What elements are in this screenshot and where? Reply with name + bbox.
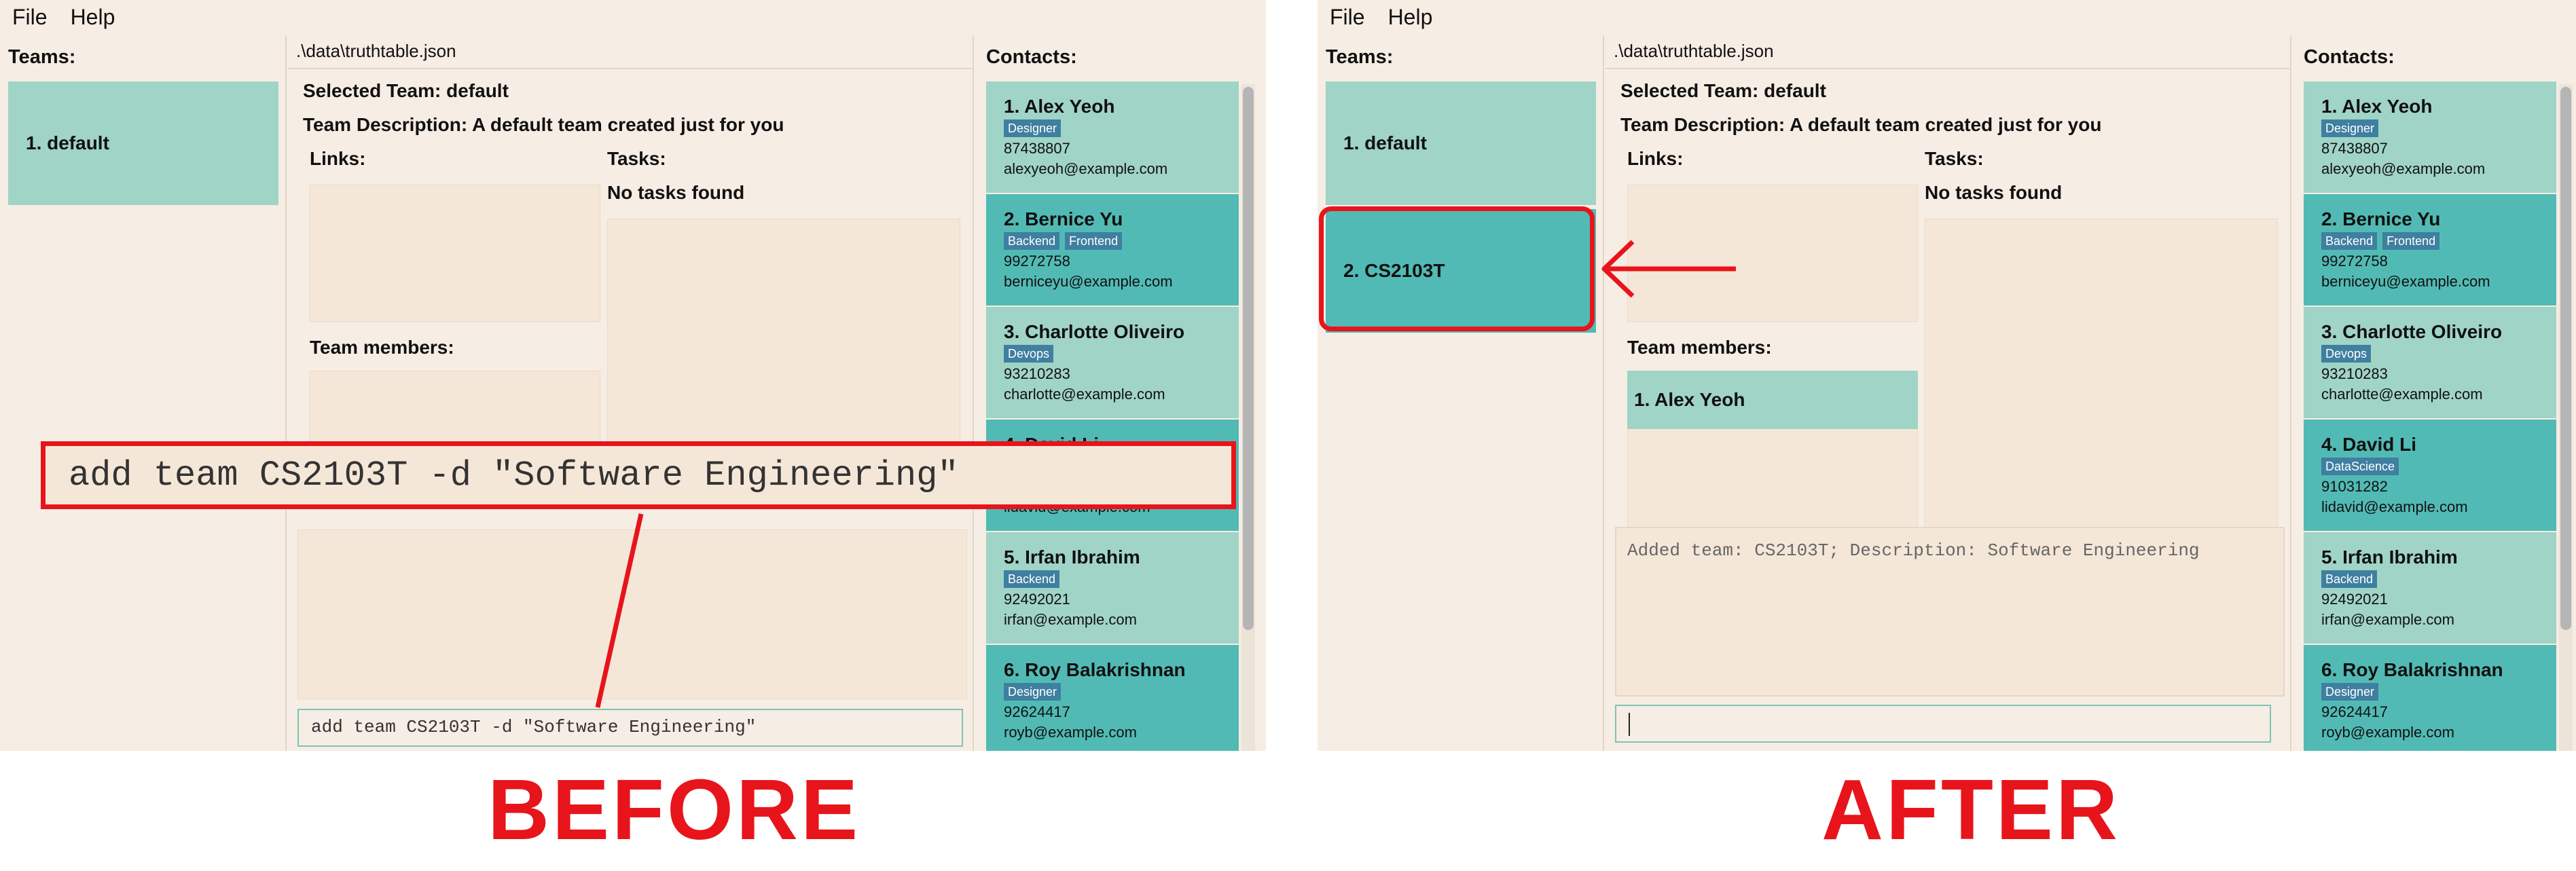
- after-label: AFTER: [1821, 762, 2120, 857]
- annotation-arrows: [595, 240, 1736, 708]
- callout-pointer-line: [595, 513, 644, 708]
- before-label: BEFORE: [488, 762, 861, 857]
